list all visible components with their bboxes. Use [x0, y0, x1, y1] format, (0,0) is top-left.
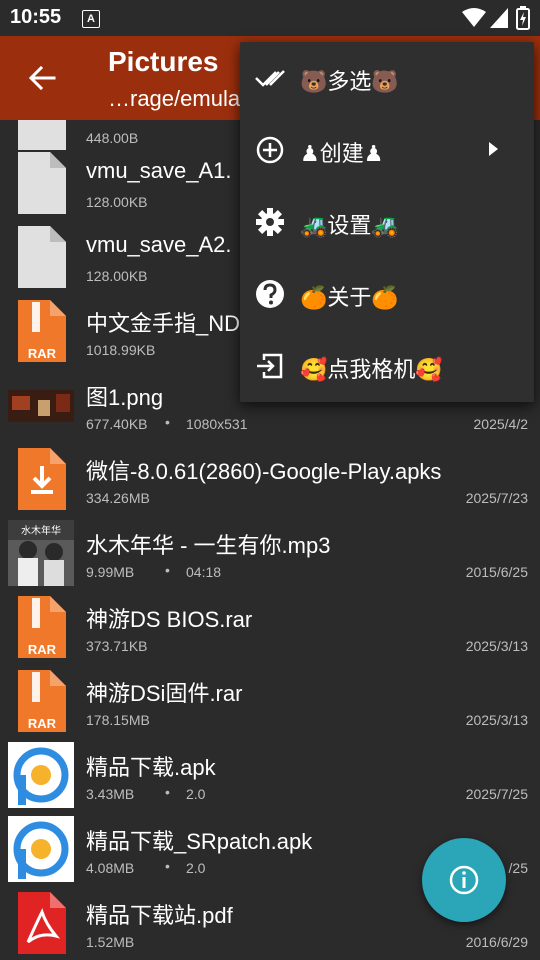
menu-item-create[interactable]: ♟创建♟ — [240, 114, 534, 186]
help-icon — [256, 280, 284, 308]
file-date: 2015/6/25 — [465, 564, 528, 580]
menu-item-label: ♟创建♟ — [300, 141, 384, 166]
file-name: 水木年华 - 一生有你.mp3 — [86, 533, 331, 558]
list-item[interactable]: 微信-8.0.61(2860)-Google-Play.apks 334.26M… — [0, 442, 540, 516]
status-time: 10:55 — [10, 6, 62, 28]
app-version: 2.0 — [186, 860, 206, 876]
file-date: 2025/7/25 — [465, 786, 528, 802]
file-date: 2016/6/29 — [465, 934, 528, 950]
rar-file-icon: RAR — [18, 596, 66, 658]
file-name: 微信-8.0.61(2860)-Google-Play.apks — [86, 459, 442, 484]
file-resolution: 1080x531 — [186, 416, 248, 432]
file-name: 神游DS BIOS.rar — [86, 607, 253, 632]
exit-icon — [257, 353, 283, 379]
menu-item-settings[interactable]: 🚜设置🚜 — [240, 186, 534, 258]
separator-dot: • — [165, 562, 170, 578]
download-file-icon — [18, 448, 66, 510]
battery-icon — [516, 6, 530, 30]
list-item[interactable]: 水木年华 水木年华 - 一生有你.mp3 9.99MB • 04:18 2015… — [0, 516, 540, 590]
file-name: 中文金手指_ND — [86, 311, 241, 336]
file-name: 精品下载站.pdf — [86, 903, 233, 928]
file-size: 1.52MB — [86, 934, 135, 950]
file-size: 1018.99KB — [86, 342, 156, 358]
file-size: 4.08MB — [86, 860, 135, 876]
back-arrow-icon[interactable] — [26, 62, 58, 94]
menu-item-label: 🥰点我格机🥰 — [300, 357, 443, 382]
signal-icon — [490, 8, 508, 28]
file-name: 精品下载_SRpatch.apk — [86, 829, 313, 854]
file-size: 178.15MB — [86, 712, 150, 728]
file-date: 2025/4/2 — [473, 416, 529, 432]
file-size: 9.99MB — [86, 564, 135, 580]
menu-item-label: 🚜设置🚜 — [300, 213, 399, 238]
file-size: 3.43MB — [86, 786, 135, 802]
submenu-arrow-icon — [489, 142, 498, 156]
list-item[interactable]: RAR 神游DS BIOS.rar 373.71KB 2025/3/13 — [0, 590, 540, 664]
file-date: /25 — [508, 860, 528, 876]
file-size: 334.26MB — [86, 490, 150, 506]
svg-text:RAR: RAR — [28, 346, 57, 361]
page-title: Pictures — [108, 46, 219, 77]
separator-dot: • — [165, 858, 170, 874]
file-size: 448.00B — [86, 130, 139, 146]
blank-file-icon — [18, 152, 66, 214]
path-subtitle: …rage/emula — [108, 86, 241, 111]
gear-icon — [256, 208, 284, 236]
file-size: 128.00KB — [86, 268, 148, 284]
add-circle-icon — [256, 136, 284, 164]
wifi-icon — [462, 8, 486, 27]
app-icon — [8, 742, 74, 808]
image-thumbnail — [8, 390, 74, 422]
menu-item-about[interactable]: 🍊关于🍊 — [240, 258, 534, 330]
file-date: 2025/3/13 — [465, 638, 528, 654]
app-version: 2.0 — [186, 786, 206, 802]
separator-dot: • — [165, 784, 170, 800]
file-name: 神游DSi固件.rar — [86, 681, 243, 706]
file-name: vmu_save_A2. — [86, 232, 232, 257]
menu-item-label: 🐻多选🐻 — [300, 69, 399, 94]
track-duration: 04:18 — [186, 564, 222, 580]
rar-file-icon: RAR — [18, 670, 66, 732]
svg-text:水木年华: 水木年华 — [21, 524, 61, 537]
overflow-menu: 🐻多选🐻 ♟创建♟ 🚜设置🚜 🍊关于🍊 🥰点我格机🥰 — [240, 42, 534, 402]
list-item[interactable]: RAR 神游DSi固件.rar 178.15MB 2025/3/13 — [0, 664, 540, 738]
info-icon — [449, 865, 479, 895]
menu-item-multi-select[interactable]: 🐻多选🐻 — [240, 42, 534, 114]
info-fab-button[interactable] — [422, 838, 506, 922]
separator-dot: • — [165, 414, 170, 430]
app-icon — [8, 816, 74, 882]
file-size: 128.00KB — [86, 194, 148, 210]
menu-item-label: 🍊关于🍊 — [300, 285, 399, 310]
file-date: 2025/3/13 — [465, 712, 528, 728]
file-date: 2025/7/23 — [465, 490, 528, 506]
multi-select-icon — [255, 70, 285, 87]
rar-file-icon: RAR — [18, 300, 66, 362]
file-size: 373.71KB — [86, 638, 148, 654]
file-name: 精品下载.apk — [86, 755, 216, 780]
file-name: 图1.png — [86, 385, 164, 410]
svg-text:RAR: RAR — [28, 642, 57, 657]
pdf-file-icon — [18, 892, 66, 954]
menu-item-exit[interactable]: 🥰点我格机🥰 — [240, 330, 534, 402]
album-art-thumbnail: 水木年华 — [8, 520, 74, 586]
file-size: 677.40KB — [86, 416, 148, 432]
svg-text:RAR: RAR — [28, 716, 57, 731]
status-bar: 10:55 A — [0, 0, 540, 36]
notification-a-icon: A — [82, 10, 100, 28]
file-name: vmu_save_A1. — [86, 158, 232, 183]
list-item[interactable]: 精品下载.apk 3.43MB • 2.0 2025/7/25 — [0, 738, 540, 812]
blank-file-icon — [18, 226, 66, 288]
